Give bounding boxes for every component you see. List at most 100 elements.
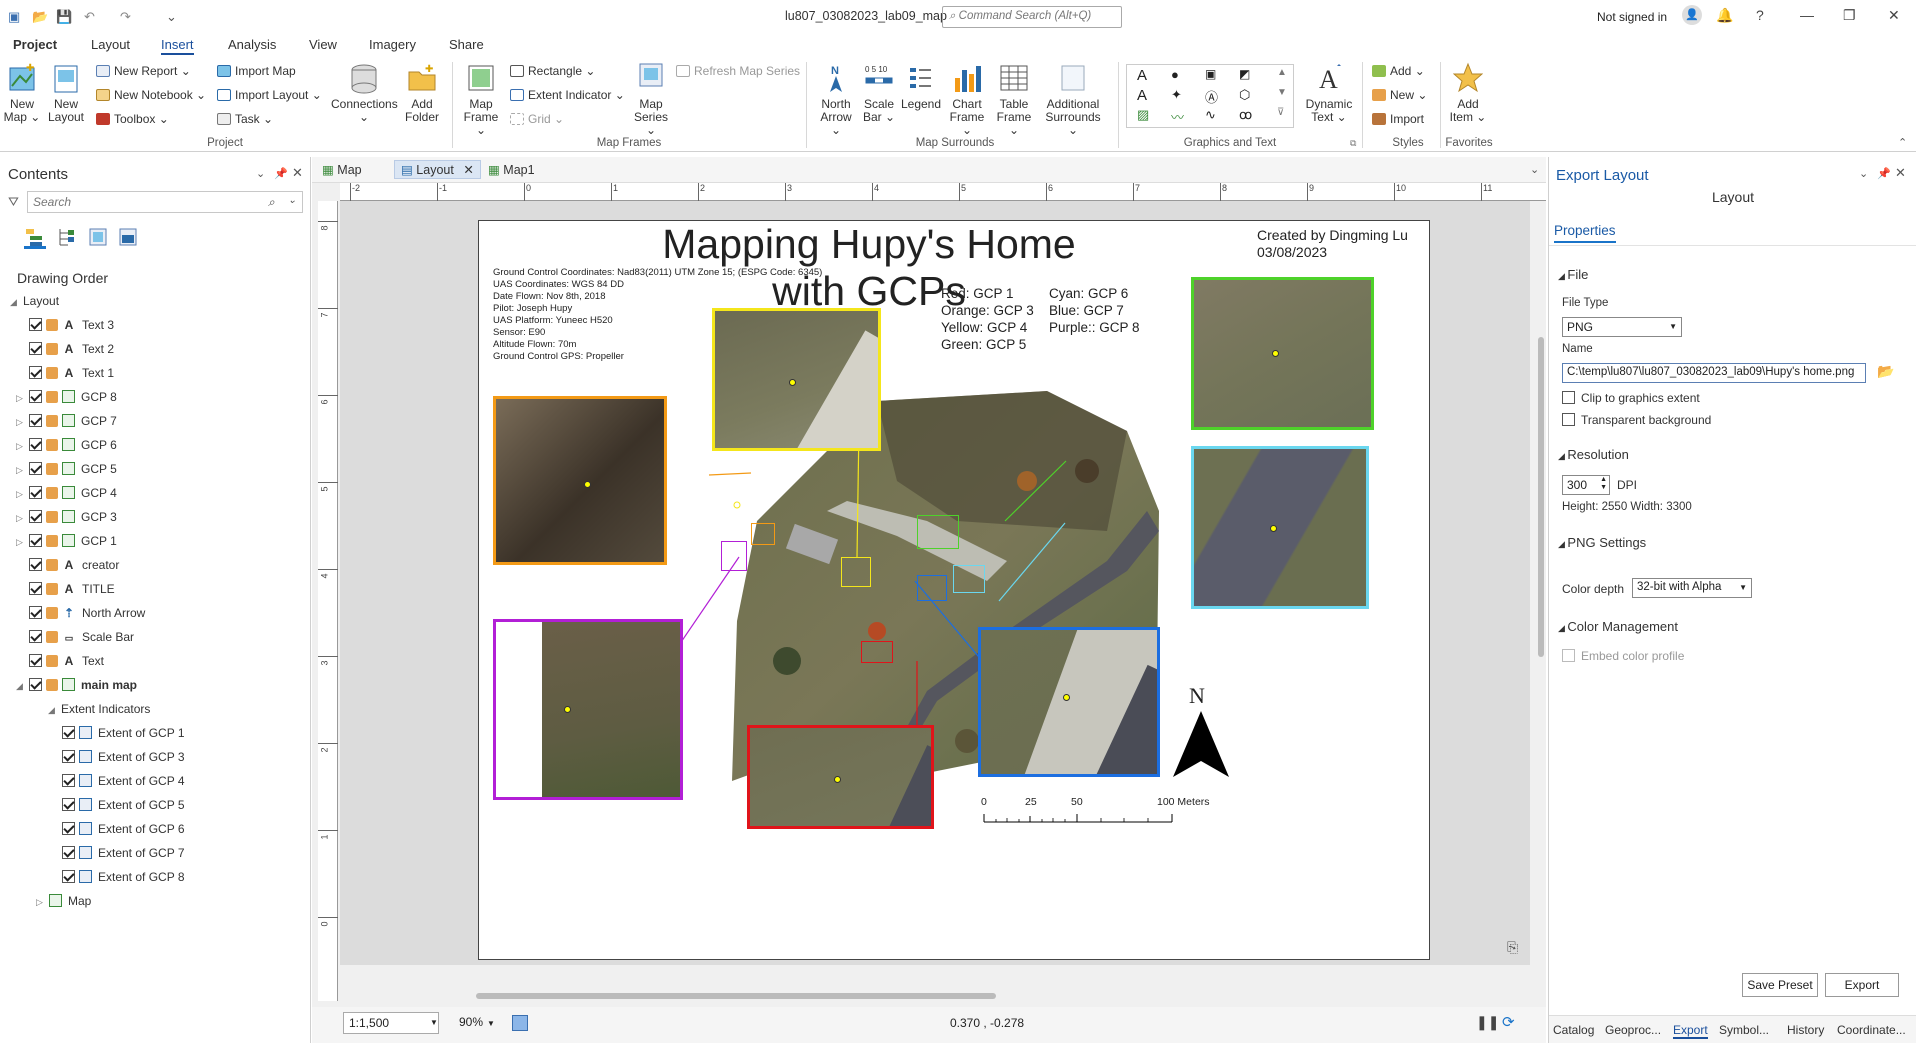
tab-coordinate-conversion[interactable]: Coordinate... xyxy=(1837,1023,1906,1037)
contents-item-extent-of-gcp-8[interactable]: Extent of GCP 8 xyxy=(62,870,185,890)
import-style-button[interactable]: Import xyxy=(1372,112,1424,126)
notification-bell-icon[interactable]: 🔔 xyxy=(1716,7,1733,24)
gcp1-image[interactable] xyxy=(747,725,934,829)
import-map-button[interactable]: Import Map xyxy=(217,64,296,78)
transparent-background-checkbox[interactable]: Transparent background xyxy=(1562,413,1711,427)
list-by-drawing-order-button[interactable] xyxy=(24,227,46,249)
dpi-input[interactable]: 300 ▲ ▼ xyxy=(1562,475,1610,495)
menu-view[interactable]: View xyxy=(309,37,337,52)
polygon-icon[interactable]: ⬡ xyxy=(1239,87,1250,103)
tab-export[interactable]: Export xyxy=(1673,1023,1708,1039)
new-map-button[interactable]: ✚ New Map ⌄ xyxy=(3,62,41,124)
gcp7-image[interactable] xyxy=(978,627,1160,777)
contents-item-text[interactable]: A Text xyxy=(16,654,104,674)
tab-list-icon[interactable]: ⌄ xyxy=(1530,163,1539,176)
png-settings-section-toggle[interactable]: ◢ PNG Settings xyxy=(1558,535,1646,550)
gallery-down-icon[interactable]: ▼ xyxy=(1277,87,1287,98)
add-style-button[interactable]: Add ⌄ xyxy=(1372,64,1425,78)
contents-item-extent-of-gcp-3[interactable]: Extent of GCP 3 xyxy=(62,750,185,770)
minimize-icon[interactable]: — xyxy=(1800,7,1814,23)
dialog-launcher-icon[interactable]: ⧉ xyxy=(1350,138,1356,149)
menu-share[interactable]: Share xyxy=(449,37,484,52)
contents-item-extent-of-gcp-5[interactable]: Extent of GCP 5 xyxy=(62,798,185,818)
contents-item-main-map[interactable]: ◢ main map xyxy=(16,678,137,698)
command-search-input[interactable]: ⌕ Command Search (Alt+Q) xyxy=(942,6,1122,28)
table-frame-button[interactable]: Table Frame ⌄ xyxy=(993,62,1035,137)
contents-item-gcp-8[interactable]: ▷ GCP 8 xyxy=(16,390,117,410)
collapse-ribbon-icon[interactable]: ⌃ xyxy=(1898,136,1907,149)
north-arrow-icon[interactable] xyxy=(1173,711,1229,777)
add-folder-button[interactable]: ✚ Add Folder xyxy=(401,62,443,124)
add-item-button[interactable]: Add Item ⌄ xyxy=(1446,62,1490,124)
box-text-icon[interactable]: ▣ xyxy=(1205,67,1216,81)
snap-grid-icon[interactable] xyxy=(512,1015,528,1031)
save-icon[interactable]: 💾 xyxy=(56,9,72,25)
tab-history[interactable]: History xyxy=(1787,1023,1824,1037)
search-icon[interactable]: ⌕ xyxy=(268,195,275,210)
open-project-icon[interactable]: 📂 xyxy=(32,9,48,25)
refresh-icon[interactable]: ⟳ xyxy=(1502,1013,1515,1031)
task-button[interactable]: Task ⌄ xyxy=(217,112,273,126)
legend-button[interactable]: Legend xyxy=(900,62,942,111)
menu-imagery[interactable]: Imagery xyxy=(369,37,416,52)
restore-icon[interactable]: ❐ xyxy=(1843,7,1856,24)
contents-search-input[interactable]: Search ⌕ ⌄ xyxy=(27,191,303,213)
contents-item-layout[interactable]: ◢ Layout xyxy=(10,294,59,314)
menu-analysis[interactable]: Analysis xyxy=(228,37,276,52)
embed-color-profile-checkbox[interactable]: Embed color profile xyxy=(1562,649,1684,663)
additional-surrounds-button[interactable]: Additional Surrounds ⌄ xyxy=(1040,62,1106,137)
tab-map[interactable]: ▦ Map xyxy=(322,162,362,177)
pane-options-icon[interactable]: ⌄ xyxy=(1859,167,1868,180)
contents-item-extent-indicators[interactable]: ◢ Extent Indicators xyxy=(48,702,150,722)
list-by-source-button[interactable] xyxy=(56,227,78,249)
contents-item-gcp-5[interactable]: ▷ GCP 5 xyxy=(16,462,117,482)
chart-frame-button[interactable]: Chart Frame ⌄ xyxy=(946,62,988,137)
contents-item-gcp-4[interactable]: ▷ GCP 4 xyxy=(16,486,117,506)
contents-item-text-2[interactable]: A Text 2 xyxy=(16,342,114,362)
file-type-select[interactable]: PNG ▼ xyxy=(1562,317,1682,337)
tab-symbology[interactable]: Symbol... xyxy=(1719,1023,1769,1037)
gcp5-image[interactable] xyxy=(1191,277,1374,430)
new-layout-button[interactable]: New Layout xyxy=(43,62,89,124)
resolution-section-toggle[interactable]: ◢ Resolution xyxy=(1558,447,1629,462)
vertical-scroll-thumb[interactable] xyxy=(1538,337,1544,657)
pin-icon[interactable]: 📌 xyxy=(1877,167,1891,180)
layout-page[interactable]: Mapping Hupy's Home with GCPs Created by… xyxy=(478,220,1430,960)
contents-item-extent-of-gcp-7[interactable]: Extent of GCP 7 xyxy=(62,846,185,866)
tab-catalog[interactable]: Catalog xyxy=(1553,1023,1594,1037)
circle-text-icon[interactable]: Ⓐ xyxy=(1205,87,1218,106)
export-button[interactable]: Export xyxy=(1825,973,1899,997)
tab-layout[interactable]: ▤ Layout ✕ xyxy=(394,160,481,179)
picture-icon[interactable]: ▨ xyxy=(1137,107,1149,123)
redo-icon[interactable]: ↷ xyxy=(120,9,131,25)
gallery-expand-icon[interactable]: ⊽ xyxy=(1277,107,1284,118)
map-series-button[interactable]: Map Series ⌄ xyxy=(628,62,674,137)
save-preset-button[interactable]: Save Preset xyxy=(1742,973,1818,997)
contents-item-extent-of-gcp-6[interactable]: Extent of GCP 6 xyxy=(62,822,185,842)
contents-item-creator[interactable]: Acreator xyxy=(16,558,119,578)
contents-item-text-3[interactable]: A Text 3 xyxy=(16,318,114,338)
curve-icon[interactable]: ∿ xyxy=(1205,107,1216,123)
straight-text-icon[interactable]: A xyxy=(1137,87,1147,104)
help-icon[interactable]: ? xyxy=(1756,7,1764,23)
import-layout-button[interactable]: Import Layout ⌄ xyxy=(217,88,322,102)
list-by-selection-button[interactable] xyxy=(88,227,110,249)
close-window-icon[interactable]: ✕ xyxy=(1888,7,1900,24)
contents-item-extent-of-gcp-1[interactable]: Extent of GCP 1 xyxy=(62,726,185,746)
grid-button[interactable]: Grid ⌄ xyxy=(510,112,564,126)
pane-options-icon[interactable]: ⌄ xyxy=(256,167,265,180)
tab-geoprocessing[interactable]: Geoproc... xyxy=(1605,1023,1661,1037)
north-arrow-label[interactable]: N xyxy=(1189,683,1205,709)
vertical-scrollbar[interactable] xyxy=(1536,187,1546,1007)
file-name-input[interactable]: C:\temp\lu807\lu807_03082023_lab09\Hupy'… xyxy=(1562,363,1866,383)
contents-item-title[interactable]: A TITLE xyxy=(16,582,115,602)
undo-icon[interactable]: ↶ xyxy=(84,9,95,25)
layout-canvas[interactable]: Mapping Hupy's Home with GCPs Created by… xyxy=(340,201,1530,965)
graphics-gallery[interactable]: A ● ▣ ◩ A ✦ Ⓐ ⬡ ▨ 〰 ∿ ꝏ ▲ ▼ ⊽ xyxy=(1126,64,1294,128)
color-management-section-toggle[interactable]: ◢ Color Management xyxy=(1558,619,1678,634)
gcp6-image[interactable] xyxy=(1191,446,1369,609)
pause-drawing-icon[interactable]: ❚❚ xyxy=(1476,1014,1499,1031)
contents-item-gcp-6[interactable]: ▷ GCP 6 xyxy=(16,438,117,458)
text-graphic-icon[interactable]: A xyxy=(1137,67,1147,84)
point-graphic-icon[interactable]: ● xyxy=(1171,67,1179,82)
